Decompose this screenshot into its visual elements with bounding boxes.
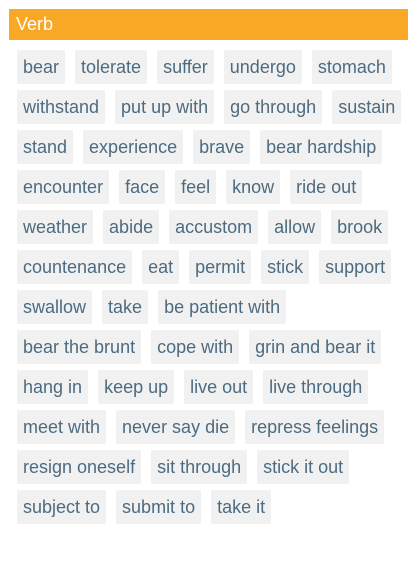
synonym-chip[interactable]: brave [193, 130, 251, 164]
synonym-chip[interactable]: encounter [17, 170, 110, 204]
synonym-chip[interactable]: stand [17, 130, 74, 164]
synonym-chip[interactable]: withstand [17, 90, 106, 124]
synonym-panel: Verb bear tolerate suffer undergo stomach wit… [0, 0, 416, 567]
synonym-chip[interactable]: suffer [157, 50, 214, 84]
synonym-chip[interactable]: feel [175, 170, 217, 204]
synonym-chip[interactable]: support [319, 250, 392, 284]
synonym-chip[interactable]: permit [189, 250, 252, 284]
synonym-chip[interactable]: put up with [115, 90, 215, 124]
synonym-chip[interactable]: bear [17, 50, 66, 84]
synonym-chip[interactable]: allow [268, 210, 322, 244]
synonym-chip[interactable]: cope with [151, 330, 240, 364]
synonym-chip[interactable]: stick [261, 250, 310, 284]
synonym-chip[interactable]: face [119, 170, 166, 204]
synonym-chip[interactable]: ride out [290, 170, 363, 204]
synonym-chip[interactable]: accustom [169, 210, 259, 244]
synonym-chip[interactable]: submit to [116, 490, 202, 524]
synonym-chip[interactable]: be patient with [158, 290, 287, 324]
synonym-chip[interactable]: weather [17, 210, 94, 244]
synonym-chip[interactable]: countenance [17, 250, 133, 284]
synonym-chip[interactable]: never say die [116, 410, 236, 444]
synonym-chip[interactable]: go through [224, 90, 323, 124]
synonym-chip[interactable]: live out [184, 370, 254, 404]
part-of-speech-header: Verb [9, 9, 408, 40]
synonym-chip[interactable]: repress feelings [245, 410, 385, 444]
synonym-chip[interactable]: take it [211, 490, 272, 524]
synonym-chip-list: bear tolerate suffer undergo stomach withstan… [17, 50, 412, 530]
synonym-chip[interactable]: brook [331, 210, 389, 244]
synonym-chip[interactable]: grin and bear it [249, 330, 382, 364]
synonym-chip[interactable]: bear hardship [260, 130, 383, 164]
synonym-chip[interactable]: eat [142, 250, 180, 284]
synonym-chip[interactable]: swallow [17, 290, 93, 324]
synonym-chip[interactable]: know [226, 170, 281, 204]
synonym-chip[interactable]: live through [263, 370, 369, 404]
synonym-chip[interactable]: resign oneself [17, 450, 142, 484]
synonym-chip[interactable]: stomach [311, 50, 392, 84]
synonym-chip[interactable]: subject to [17, 490, 107, 524]
synonym-chip[interactable]: stick it out [257, 450, 350, 484]
synonym-chip[interactable]: keep up [98, 370, 175, 404]
synonym-chip[interactable]: sustain [332, 90, 402, 124]
synonym-chip[interactable]: meet with [17, 410, 107, 444]
synonym-chip[interactable]: sit through [151, 450, 248, 484]
synonym-chip[interactable]: tolerate [75, 50, 148, 84]
synonym-chip[interactable]: hang in [17, 370, 89, 404]
synonym-chip[interactable]: undergo [223, 50, 302, 84]
synonym-chip[interactable]: take [102, 290, 149, 324]
synonym-chip[interactable]: experience [83, 130, 184, 164]
synonym-chip[interactable]: abide [103, 210, 160, 244]
synonym-chip[interactable]: bear the brunt [17, 330, 142, 364]
